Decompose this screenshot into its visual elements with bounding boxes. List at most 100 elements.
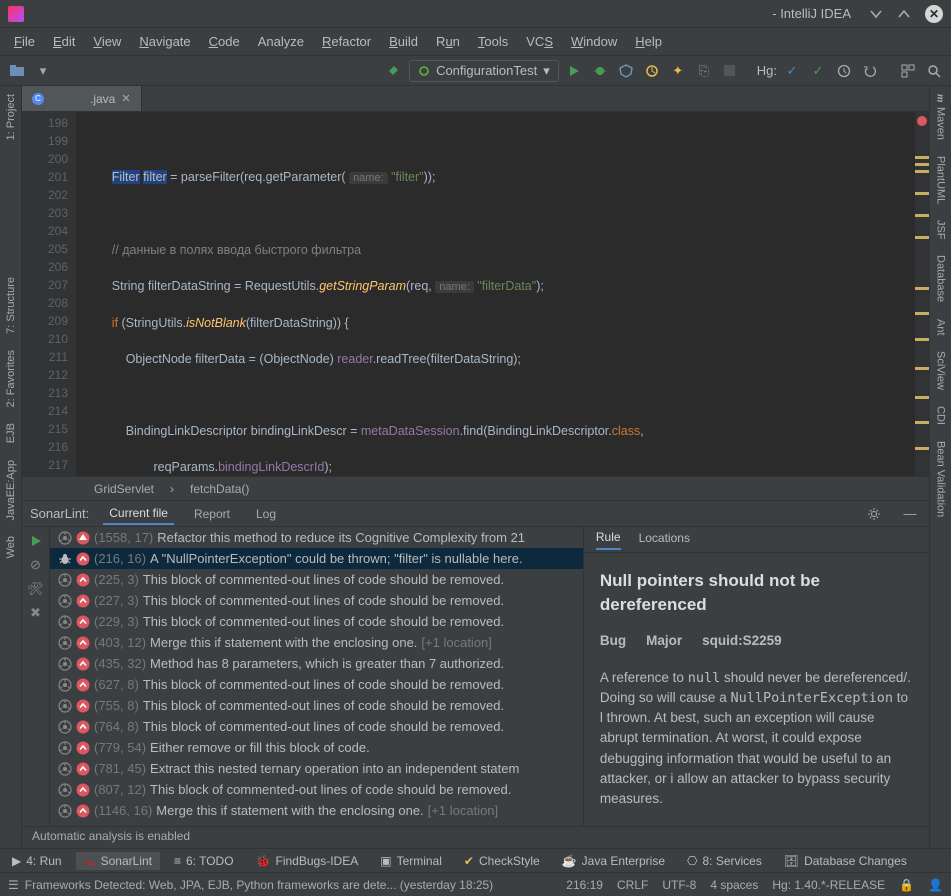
tool-favorites-tab[interactable]: 2: Favorites xyxy=(3,342,19,415)
menu-edit[interactable]: Edit xyxy=(45,31,83,52)
error-stripe[interactable] xyxy=(915,112,929,476)
menu-view[interactable]: View xyxy=(85,31,129,52)
tool-maven-tab[interactable]: m Maven xyxy=(933,86,949,148)
tw-javaee[interactable]: ☕ Java Enterprise xyxy=(554,852,673,870)
tool-sciview-tab[interactable]: SciView xyxy=(933,343,949,398)
issue-row[interactable]: (403, 12) Merge this if statement with t… xyxy=(50,632,583,653)
update-icon[interactable]: ✓ xyxy=(781,60,803,82)
issue-row[interactable]: (627, 8) This block of commented-out lin… xyxy=(50,674,583,695)
menu-analyze[interactable]: Analyze xyxy=(250,31,312,52)
cancel-icon[interactable]: ⊘ xyxy=(26,555,46,575)
issue-row[interactable]: (1146, 16) Merge this if statement with … xyxy=(50,800,583,821)
sonar-tab-log[interactable]: Log xyxy=(250,504,282,524)
tw-dbchanges[interactable]: 🗄 Database Changes xyxy=(776,852,915,870)
file-encoding[interactable]: UTF-8 xyxy=(662,878,696,892)
clear-icon[interactable]: ✖ xyxy=(26,603,46,623)
tool-plantuml-tab[interactable]: PlantUML xyxy=(933,148,949,212)
tools-icon[interactable]: 🛠 xyxy=(26,579,46,599)
editor-tab[interactable]: C .java ✕ xyxy=(22,86,142,111)
tool-web-tab[interactable]: Web xyxy=(3,528,19,566)
commit-icon[interactable]: ✓ xyxy=(807,60,829,82)
issue-row[interactable]: (227, 3) This block of commented-out lin… xyxy=(50,590,583,611)
stop-icon[interactable] xyxy=(719,60,741,82)
gear-icon[interactable] xyxy=(863,503,885,525)
tool-project-tab[interactable]: 1: Project xyxy=(3,86,19,148)
tool-ejb-tab[interactable]: EJB xyxy=(3,415,19,451)
star-icon[interactable]: ✦ xyxy=(667,60,689,82)
menu-tools[interactable]: Tools xyxy=(470,31,516,52)
rule-tab-rule[interactable]: Rule xyxy=(596,530,621,550)
debug-icon[interactable] xyxy=(589,60,611,82)
tw-services[interactable]: ⎔ 8: Services xyxy=(679,852,770,870)
menu-run[interactable]: Run xyxy=(428,31,468,52)
sonar-tab-current[interactable]: Current file xyxy=(103,503,174,525)
statusbar-menu-icon[interactable]: ☰ xyxy=(8,878,19,892)
run-icon[interactable] xyxy=(563,60,585,82)
history-icon[interactable] xyxy=(833,60,855,82)
tool-database-tab[interactable]: Database xyxy=(933,247,949,310)
menu-help[interactable]: Help xyxy=(627,31,670,52)
revert-icon[interactable] xyxy=(859,60,881,82)
dropdown-arrow-icon[interactable]: ▾ xyxy=(32,60,54,82)
tw-run[interactable]: ▶ 4: Run xyxy=(4,852,70,870)
sonar-tab-report[interactable]: Report xyxy=(188,504,236,524)
menu-build[interactable]: Build xyxy=(381,31,426,52)
menu-file[interactable]: File xyxy=(6,31,43,52)
tool-cdi-tab[interactable]: CDI xyxy=(933,398,949,433)
tw-terminal[interactable]: ▣ Terminal xyxy=(372,852,450,870)
tw-todo[interactable]: ≡ 6: TODO xyxy=(166,852,242,870)
breadcrumb-class[interactable]: GridServlet xyxy=(86,480,162,498)
issue-row[interactable]: (779, 54) Either remove or fill this blo… xyxy=(50,737,583,758)
tool-structure-tab[interactable]: 7: Structure xyxy=(3,269,19,342)
indent-setting[interactable]: 4 spaces xyxy=(710,878,758,892)
tool-jeeapp-tab[interactable]: JavaEE:App xyxy=(3,452,19,529)
issue-row[interactable]: (216, 16) A "NullPointerException" could… xyxy=(50,548,583,569)
coverage-icon[interactable] xyxy=(615,60,637,82)
menu-navigate[interactable]: Navigate xyxy=(131,31,198,52)
breadcrumb-method[interactable]: fetchData() xyxy=(182,480,257,498)
rerun-icon[interactable] xyxy=(26,531,46,551)
tw-sonarlint[interactable]: SonarLint xyxy=(76,852,160,870)
attach-icon[interactable]: ⎘ xyxy=(693,60,715,82)
sonar-issue-list[interactable]: (1558, 17) Refactor this method to reduc… xyxy=(50,527,583,826)
tw-findbugs[interactable]: 🐞 FindBugs-IDEA xyxy=(248,852,367,870)
rule-tab-locations[interactable]: Locations xyxy=(639,531,690,549)
menu-refactor[interactable]: Refactor xyxy=(314,31,379,52)
tool-jsf-tab[interactable]: JSF xyxy=(933,212,949,248)
issue-row[interactable]: (1558, 17) Refactor this method to reduc… xyxy=(50,527,583,548)
code-area[interactable]: Filter filter = parseFilter(req.getParam… xyxy=(76,112,915,476)
tool-ant-tab[interactable]: Ant xyxy=(933,311,949,344)
profile-icon[interactable] xyxy=(641,60,663,82)
menu-vcs[interactable]: VCS xyxy=(518,31,561,52)
menu-code[interactable]: Code xyxy=(201,31,248,52)
close-window-icon[interactable]: ✕ xyxy=(925,5,943,23)
chevron-up-icon[interactable] xyxy=(897,7,911,21)
issue-row[interactable]: (229, 3) This block of commented-out lin… xyxy=(50,611,583,632)
lock-icon[interactable]: 🔒 xyxy=(899,878,914,892)
chevron-down-icon[interactable] xyxy=(869,7,883,21)
line-separator[interactable]: CRLF xyxy=(617,878,648,892)
structure-icon[interactable] xyxy=(897,60,919,82)
menu-window[interactable]: Window xyxy=(563,31,625,52)
tw-checkstyle[interactable]: ✔ CheckStyle xyxy=(456,852,548,870)
issue-severity-icon xyxy=(76,615,90,629)
caret-position[interactable]: 216:19 xyxy=(566,878,603,892)
vcs-branch[interactable]: Hg: 1.40.*-RELEASE xyxy=(772,878,885,892)
issue-row[interactable]: (781, 45) Extract this nested ternary op… xyxy=(50,758,583,779)
issue-row[interactable]: (435, 32) Method has 8 parameters, which… xyxy=(50,653,583,674)
tab-close-icon[interactable]: ✕ xyxy=(121,92,130,105)
tool-beanvalidation-tab[interactable]: Bean Validation xyxy=(933,433,949,525)
run-configuration-dropdown[interactable]: ConfigurationTest ▾ xyxy=(409,60,559,82)
issue-message: This block of commented-out lines of cod… xyxy=(143,719,504,734)
issue-row[interactable]: (225, 3) This block of commented-out lin… xyxy=(50,569,583,590)
notification-icon[interactable]: 👤 xyxy=(928,878,943,892)
search-icon[interactable] xyxy=(923,60,945,82)
issue-location: (627, 8) xyxy=(94,677,139,692)
issue-row[interactable]: (764, 8) This block of commented-out lin… xyxy=(50,716,583,737)
open-icon[interactable] xyxy=(6,60,28,82)
editor[interactable]: 1981992002012022032042052062072082092102… xyxy=(22,112,929,476)
hide-icon[interactable]: — xyxy=(899,503,921,525)
issue-row[interactable]: (807, 12) This block of commented-out li… xyxy=(50,779,583,800)
hammer-build-icon[interactable] xyxy=(383,60,405,82)
issue-row[interactable]: (755, 8) This block of commented-out lin… xyxy=(50,695,583,716)
